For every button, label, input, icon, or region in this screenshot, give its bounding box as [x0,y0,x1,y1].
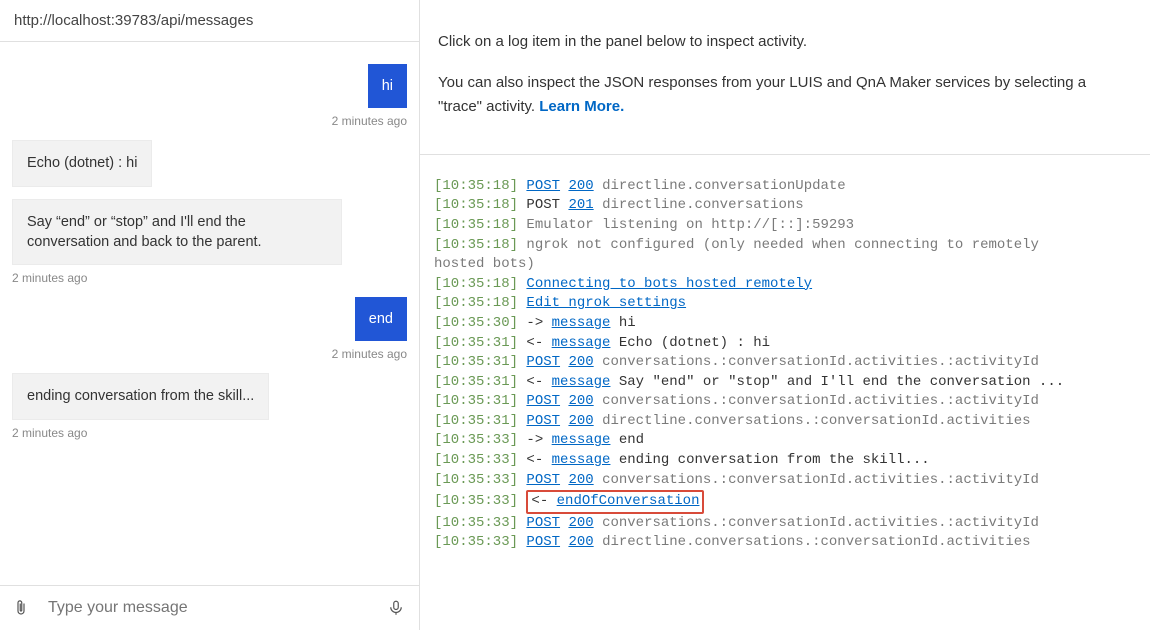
info-line-1: Click on a log item in the panel below t… [438,30,1132,53]
microphone-icon[interactable] [387,596,407,620]
log-line[interactable]: [10:35:18] Connecting to bots hosted rem… [434,275,1138,295]
log-text: hi [619,315,636,331]
highlighted-log-segment: <- endOfConversation [526,490,704,514]
message-timestamp: 2 minutes ago [12,271,407,285]
chat-transcript[interactable]: hi 2 minutes ago Echo (dotnet) : hi Say “en… [0,42,419,585]
message-input[interactable] [46,598,373,618]
log-text: ngrok not configured (only needed when c… [526,237,1038,253]
log-link[interactable]: Connecting to bots hosted remotely [526,276,812,292]
chat-message[interactable]: Say “end” or “stop” and I'll end the con… [12,199,407,286]
http-method-link[interactable]: POST [526,178,560,194]
log-text: ending conversation from the skill... [619,452,930,468]
log-line[interactable]: [10:35:18] POST 201 directline.conversat… [434,196,1138,216]
http-status-link[interactable]: 200 [568,393,593,409]
log-text: directline.conversations.:conversationId… [602,413,1030,429]
log-link[interactable]: endOfConversation [557,493,700,509]
log-text: Say "end" or "stop" and I'll end the con… [619,374,1064,390]
log-line[interactable]: [10:35:31] POST 200 conversations.:conve… [434,353,1138,373]
log-text: directline.conversations [602,197,804,213]
message-timestamp: 2 minutes ago [12,426,407,440]
log-text: Emulator listening on http://[::]:59293 [526,217,854,233]
http-status-link[interactable]: 200 [568,178,593,194]
log-line[interactable]: [10:35:18] Edit ngrok settings [434,294,1138,314]
http-method-link[interactable]: POST [526,393,560,409]
http-method-link[interactable]: POST [526,515,560,531]
info-line-2: You can also inspect the JSON responses … [438,71,1132,118]
http-status-link[interactable]: 200 [568,515,593,531]
chat-pane: http://localhost:39783/api/messages hi 2 … [0,0,420,630]
chat-message[interactable]: Echo (dotnet) : hi [12,140,407,186]
log-text: conversations.:conversationId.activities… [602,472,1039,488]
log-link[interactable]: message [552,335,611,351]
log-text: Echo (dotnet) : hi [619,335,770,351]
log-link[interactable]: Edit ngrok settings [526,295,686,311]
log-text: conversations.:conversationId.activities… [602,393,1039,409]
log-panel[interactable]: [10:35:18] POST 200 directline.conversat… [420,155,1150,630]
bot-bubble: Echo (dotnet) : hi [12,140,152,186]
attach-icon[interactable] [12,596,32,620]
http-status-link[interactable]: 200 [568,534,593,550]
log-line[interactable]: [10:35:33] <- endOfConversation [434,490,1138,514]
chat-input-bar [0,585,419,630]
endpoint-url: http://localhost:39783/api/messages [0,0,419,42]
user-bubble: hi [368,64,407,108]
log-line[interactable]: [10:35:33] <- message ending conversatio… [434,451,1138,471]
log-text: directline.conversationUpdate [602,178,846,194]
log-line[interactable]: [10:35:31] POST 200 conversations.:conve… [434,392,1138,412]
http-status-link[interactable]: 200 [568,354,593,370]
http-method-link[interactable]: POST [526,413,560,429]
log-line[interactable]: [10:35:18] POST 200 directline.conversat… [434,177,1138,197]
bot-bubble: ending conversation from the skill... [12,373,269,419]
log-line[interactable]: [10:35:33] -> message end [434,431,1138,451]
log-text: <- [531,493,556,509]
chat-message[interactable]: end 2 minutes ago [12,297,407,361]
http-status-link[interactable]: 201 [568,197,593,213]
log-line[interactable]: [10:35:31] POST 200 directline.conversat… [434,412,1138,432]
learn-more-link[interactable]: Learn More. [539,98,624,115]
bot-bubble: Say “end” or “stop” and I'll end the con… [12,199,342,266]
message-timestamp: 2 minutes ago [12,347,407,361]
log-text: <- [526,374,551,390]
log-text: hosted bots) [434,256,535,272]
user-bubble: end [355,297,407,341]
log-link[interactable]: message [552,452,611,468]
log-text: -> [526,432,551,448]
log-link[interactable]: message [552,315,611,331]
log-line[interactable]: [10:35:33] POST 200 conversations.:conve… [434,514,1138,534]
log-line[interactable]: hosted bots) [434,255,1138,275]
log-text: <- [526,335,551,351]
log-line[interactable]: [10:35:31] <- message Echo (dotnet) : hi [434,334,1138,354]
log-line[interactable]: [10:35:30] -> message hi [434,314,1138,334]
http-status-link[interactable]: 200 [568,472,593,488]
log-text: conversations.:conversationId.activities… [602,515,1039,531]
log-line[interactable]: [10:35:33] POST 200 directline.conversat… [434,533,1138,553]
log-link[interactable]: message [552,374,611,390]
log-text: conversations.:conversationId.activities… [602,354,1039,370]
chat-message[interactable]: ending conversation from the skill... 2 m… [12,373,407,439]
http-method-link[interactable]: POST [526,534,560,550]
log-text: POST [526,197,560,213]
log-line[interactable]: [10:35:33] POST 200 conversations.:conve… [434,471,1138,491]
http-status-link[interactable]: 200 [568,413,593,429]
log-link[interactable]: message [552,432,611,448]
log-text: end [619,432,644,448]
inspector-info: Click on a log item in the panel below t… [420,0,1150,155]
log-line[interactable]: [10:35:31] <- message Say "end" or "stop… [434,373,1138,393]
log-text: -> [526,315,551,331]
log-text: directline.conversations.:conversationId… [602,534,1030,550]
inspector-pane: Click on a log item in the panel below t… [420,0,1150,630]
chat-message[interactable]: hi 2 minutes ago [12,64,407,128]
log-text: <- [526,452,551,468]
log-line[interactable]: [10:35:18] ngrok not configured (only ne… [434,236,1138,256]
http-method-link[interactable]: POST [526,354,560,370]
log-line[interactable]: [10:35:18] Emulator listening on http://… [434,216,1138,236]
message-timestamp: 2 minutes ago [12,114,407,128]
http-method-link[interactable]: POST [526,472,560,488]
